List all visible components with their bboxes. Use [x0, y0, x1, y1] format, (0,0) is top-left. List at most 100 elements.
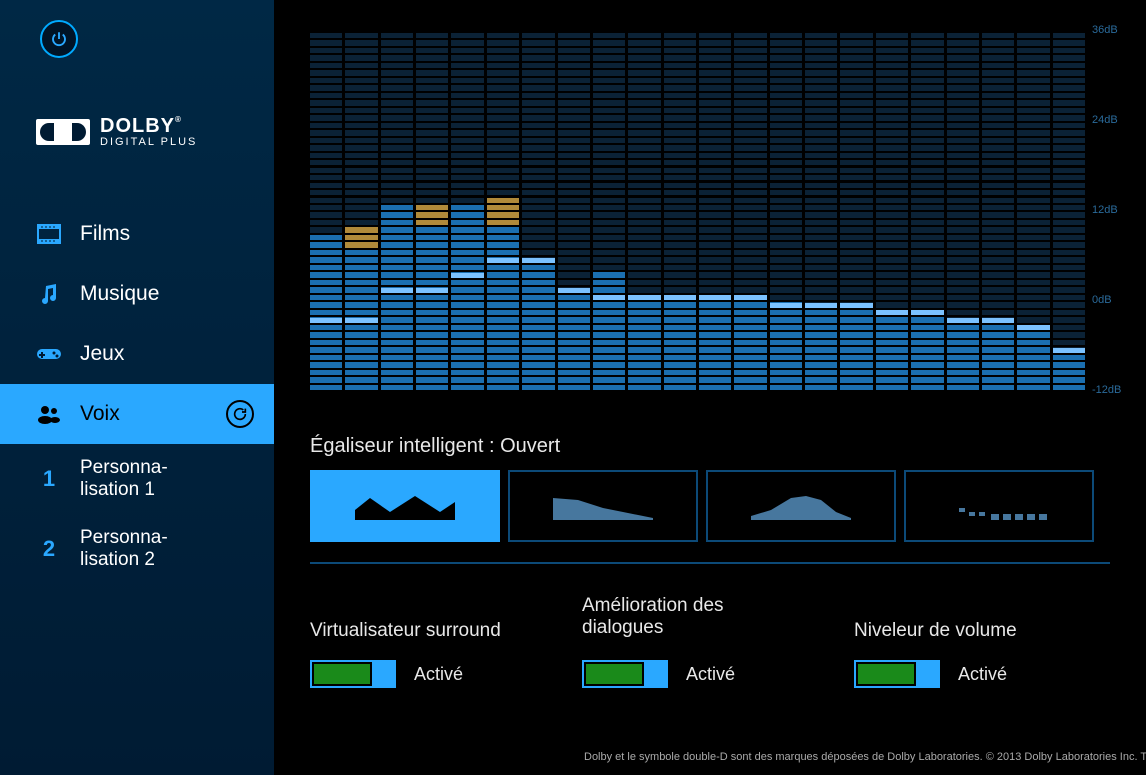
people-icon	[36, 403, 62, 425]
main-panel: 36dB24dB12dB0dB-12dB Égaliseur intellige…	[274, 0, 1146, 775]
eq-marker	[593, 295, 625, 300]
logo-reg: ®	[175, 115, 182, 124]
feature-title-volume: Niveleur de volume	[854, 620, 1017, 642]
sidebar-item-label: Personna-lisation 2	[80, 527, 168, 571]
eq-marker	[699, 295, 731, 300]
preset-open[interactable]	[310, 470, 500, 542]
eq-band[interactable]	[416, 31, 448, 390]
preset-rich[interactable]	[508, 470, 698, 542]
eq-band[interactable]	[345, 31, 377, 390]
preset-shape-icon	[553, 488, 653, 524]
sidebar-item-jeux[interactable]: Jeux	[0, 324, 274, 384]
sidebar-item-label: Jeux	[80, 342, 124, 366]
eq-band[interactable]	[805, 31, 837, 390]
refresh-icon[interactable]	[226, 400, 254, 428]
toggle-surround[interactable]	[310, 660, 396, 688]
eq-marker	[1017, 325, 1049, 330]
eq-marker	[911, 310, 943, 315]
equalizer-chart: 36dB24dB12dB0dB-12dB	[310, 30, 1110, 390]
eq-band[interactable]	[876, 31, 908, 390]
feature-row-surround: Activé	[310, 660, 463, 688]
eq-marker	[487, 258, 519, 263]
eq-band[interactable]	[310, 31, 342, 390]
eq-band[interactable]	[840, 31, 872, 390]
eq-marker	[1053, 348, 1085, 353]
power-button[interactable]	[40, 20, 78, 58]
eq-band[interactable]	[982, 31, 1014, 390]
eq-marker	[310, 318, 342, 323]
eq-marker	[416, 288, 448, 293]
sidebar-item-label: Films	[80, 222, 130, 246]
preset-shape-icon	[355, 488, 455, 524]
eq-band[interactable]	[770, 31, 802, 390]
eq-db-label: -12dB	[1092, 384, 1121, 396]
eq-band[interactable]	[558, 31, 590, 390]
eq-marker	[522, 258, 554, 263]
sidebar-item-musique[interactable]: Musique	[0, 264, 274, 324]
eq-band[interactable]	[734, 31, 766, 390]
sidebar-item-perso1[interactable]: 1 Personna-lisation 1	[0, 444, 274, 514]
eq-marker	[381, 288, 413, 293]
eq-marker	[628, 295, 660, 300]
eq-band[interactable]	[451, 31, 483, 390]
eq-band[interactable]	[593, 31, 625, 390]
logo-line1: DOLBY	[100, 115, 175, 137]
feature-title-surround: Virtualisateur surround	[310, 620, 501, 642]
toggle-state-surround: Activé	[414, 664, 463, 685]
eq-band[interactable]	[1017, 31, 1049, 390]
toggle-state-volume: Activé	[958, 664, 1007, 685]
sidebar-item-label: Voix	[80, 402, 120, 426]
eq-db-label: 24dB	[1092, 114, 1118, 126]
preset-number-icon: 1	[36, 466, 62, 492]
preset-focused[interactable]	[706, 470, 896, 542]
eq-band[interactable]	[628, 31, 660, 390]
eq-marker	[770, 303, 802, 308]
eq-band[interactable]	[381, 31, 413, 390]
preset-row	[310, 470, 1094, 542]
preset-shape-icon	[949, 488, 1049, 524]
toggle-dialogue[interactable]	[582, 660, 668, 688]
eq-band[interactable]	[664, 31, 696, 390]
eq-marker	[947, 318, 979, 323]
sidebar-item-voix[interactable]: Voix	[0, 384, 274, 444]
eq-marker	[982, 318, 1014, 323]
eq-marker	[664, 295, 696, 300]
eq-band[interactable]	[487, 31, 519, 390]
dolby-logo: DOLBY® DIGITAL PLUS	[36, 116, 274, 148]
sidebar: DOLBY® DIGITAL PLUS Films Musique Jeux Voix…	[0, 0, 274, 775]
eq-band[interactable]	[947, 31, 979, 390]
toggle-volume[interactable]	[854, 660, 940, 688]
sidebar-item-label: Personna-lisation 1	[80, 457, 168, 501]
eq-marker	[734, 295, 766, 300]
eq-band[interactable]	[911, 31, 943, 390]
eq-marker	[451, 273, 483, 278]
sidebar-item-label: Musique	[80, 282, 159, 306]
eq-db-label: 12dB	[1092, 204, 1118, 216]
eq-db-label: 0dB	[1092, 294, 1112, 306]
music-icon	[36, 283, 62, 305]
feature-title-dialogue: Amélioration des dialogues	[582, 595, 802, 639]
eq-db-label: 36dB	[1092, 24, 1118, 36]
eq-marker	[805, 303, 837, 308]
toggle-state-dialogue: Activé	[686, 664, 735, 685]
double-d-icon	[36, 119, 90, 145]
eq-band[interactable]	[1053, 31, 1085, 390]
preset-shape-icon	[751, 488, 851, 524]
gamepad-icon	[36, 343, 62, 365]
eq-marker	[558, 288, 590, 293]
film-icon	[36, 223, 62, 245]
preset-flat[interactable]	[904, 470, 1094, 542]
sidebar-item-perso2[interactable]: 2 Personna-lisation 2	[0, 514, 274, 584]
logo-line2: DIGITAL PLUS	[100, 137, 197, 148]
sidebar-item-films[interactable]: Films	[0, 204, 274, 264]
footer-copyright: Dolby et le symbole double-D sont des ma…	[584, 751, 1146, 763]
preset-number-icon: 2	[36, 536, 62, 562]
eq-marker	[345, 318, 377, 323]
feature-row-volume: Activé	[854, 660, 1007, 688]
divider	[310, 562, 1110, 564]
feature-row-dialogue: Activé	[582, 660, 735, 688]
power-icon	[50, 30, 68, 48]
eq-band[interactable]	[522, 31, 554, 390]
eq-band[interactable]	[699, 31, 731, 390]
equalizer-title: Égaliseur intelligent : Ouvert	[310, 435, 560, 458]
